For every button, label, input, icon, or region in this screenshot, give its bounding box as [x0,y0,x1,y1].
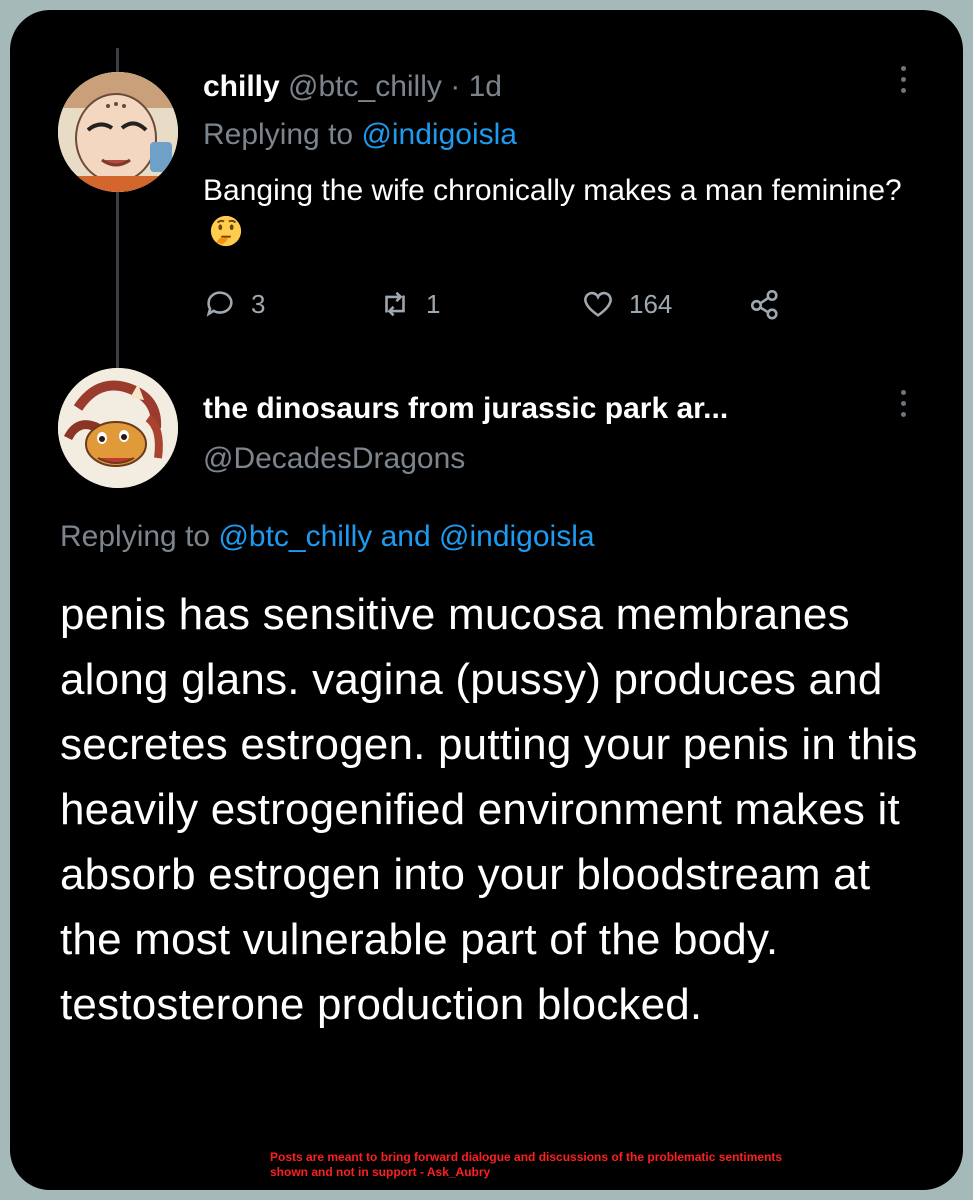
tweet1-replying-to: Replying to @indigoisla [203,118,517,152]
retweet-button[interactable]: 1 [378,282,440,326]
tweet2-text: penis has sensitive mucosa membranes alo… [60,590,918,1029]
avatar-decadesdragons[interactable] [58,368,178,488]
like-button[interactable]: 164 [581,282,672,326]
tweet2-replying-and: and [380,520,431,553]
heart-icon [584,291,612,317]
tweet2-replying-to: Replying to @btc_chilly and @indigoisla [60,520,595,554]
tweet1-text: Banging the wife chronically makes a man… [203,170,903,254]
reply-button[interactable]: 3 [203,282,265,326]
thinking-face-icon [210,215,242,247]
like-count: 164 [629,288,673,319]
retweet-icon [385,291,405,317]
tweet1-replying-prefix: Replying to [203,118,354,151]
share-button[interactable] [748,282,796,326]
tweet2-replying-link-1[interactable]: @btc_chilly [218,520,372,553]
tweet1-actions: 3 1 164 [203,282,823,326]
tweet2-replying-prefix: Replying to [60,520,211,553]
tweet1-name[interactable]: chilly [203,70,280,103]
avatar-chilly-image [58,72,178,192]
tweet-card: chilly @btc_chilly · 1d Replying to @ind… [10,10,963,1190]
tweet2-handle[interactable]: @DecadesDragons [203,442,465,476]
retweet-count: 1 [426,288,441,319]
tweet1-time[interactable]: 1d [469,70,502,103]
avatar-chilly[interactable] [58,72,178,192]
disclaimer-text: Posts are meant to bring forward dialogu… [270,1150,783,1179]
tweet2-more-icon[interactable] [898,390,908,423]
reply-count: 3 [251,288,266,319]
tweet1-body: Banging the wife chronically makes a man… [203,174,902,207]
reply-icon [206,291,233,317]
tweet1-separator: · [450,70,461,103]
tweet1-more-icon[interactable] [898,66,908,99]
tweet2-replying-link-2[interactable]: @indigoisla [439,520,595,553]
tweet1-header: chilly @btc_chilly · 1d [203,70,502,104]
tweet1-replying-link[interactable]: @indigoisla [361,118,517,151]
avatar-decadesdragons-image [58,368,178,488]
tweet1-handle[interactable]: @btc_chilly [288,70,442,103]
tweet2-name[interactable]: the dinosaurs from jurassic park ar... [203,392,728,426]
share-icon [750,289,778,320]
